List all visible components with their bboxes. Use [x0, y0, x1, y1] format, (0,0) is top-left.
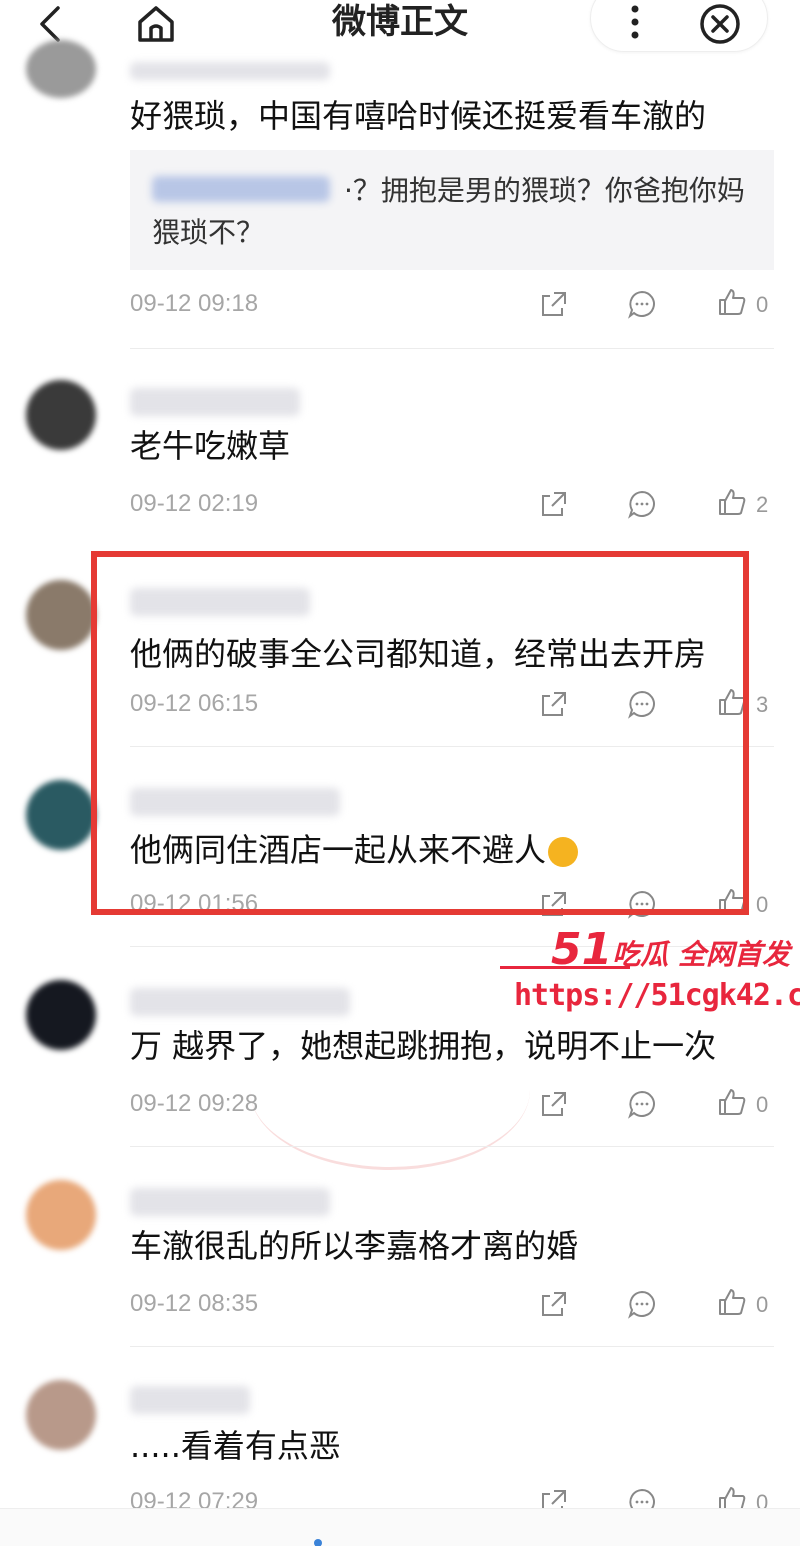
comment-item: 老牛吃嫩草 09-12 02:19 2	[0, 350, 800, 550]
thumbs-up-icon[interactable]	[716, 1086, 748, 1118]
comment-text: 好猥琐，中国有嘻哈时候还挺爱看车澈的	[130, 97, 707, 135]
quoted-text: ·？拥抱是男的猥琐？你爸抱你妈猥琐不？	[152, 174, 745, 249]
comment-item: .....看着有点恶 09-12 07:29 0	[0, 1350, 800, 1517]
avatar[interactable]	[26, 380, 96, 450]
thumbs-up-icon[interactable]	[716, 486, 748, 518]
like-count: 2	[756, 492, 769, 517]
comment-icon[interactable]	[626, 1088, 658, 1120]
comment-time: 09-12 08:35	[130, 1290, 259, 1317]
divider	[130, 348, 774, 349]
avatar[interactable]	[26, 1180, 96, 1250]
share-icon[interactable]	[538, 1288, 570, 1320]
comment-icon[interactable]	[626, 488, 658, 520]
bottom-bar	[0, 1508, 800, 1546]
comment-text: 车澈很乱的所以李嘉格才离的婚	[130, 1227, 579, 1265]
comment-time: 09-12 09:28	[130, 1090, 259, 1117]
like-count: 3	[756, 692, 769, 717]
avatar[interactable]	[26, 980, 96, 1050]
comment-time: 09-12 02:19	[130, 490, 259, 517]
comment-icon[interactable]	[626, 288, 658, 320]
comment-text: 老牛吃嫩草	[130, 427, 291, 465]
comment-time: 09-12 09:18	[130, 290, 259, 317]
comment-item: 车澈很乱的所以李嘉格才离的婚 09-12 08:35 0	[0, 1150, 800, 1347]
avatar[interactable]	[26, 780, 96, 850]
avatar[interactable]	[26, 580, 96, 650]
like-count: 0	[756, 292, 769, 317]
thumbs-up-icon[interactable]	[716, 286, 748, 318]
like-count: 0	[756, 892, 769, 917]
comment-text: 万 越界了，她想起跳拥抱，说明不止一次	[130, 1027, 717, 1065]
username-blurred[interactable]	[130, 988, 350, 1016]
divider	[130, 1146, 774, 1147]
username-blurred[interactable]	[130, 62, 330, 80]
share-icon[interactable]	[538, 1088, 570, 1120]
username-blurred[interactable]	[130, 1188, 330, 1216]
username-blurred[interactable]	[130, 388, 300, 416]
comment-icon[interactable]	[626, 1288, 658, 1320]
like-count: 0	[756, 1292, 769, 1317]
avatar[interactable]	[26, 40, 96, 98]
quoted-reply[interactable]: ·？拥抱是男的猥琐？你爸抱你妈猥琐不？	[130, 150, 774, 270]
avatar[interactable]	[26, 1380, 96, 1450]
highlight-box	[91, 551, 749, 915]
username-blurred[interactable]	[130, 1386, 250, 1414]
divider	[130, 1346, 774, 1347]
comment-item: 万 越界了，她想起跳拥抱，说明不止一次 09-12 09:28 0	[0, 950, 800, 1147]
share-icon[interactable]	[538, 288, 570, 320]
share-icon[interactable]	[538, 488, 570, 520]
comment-text: .....看着有点恶	[130, 1427, 341, 1465]
thumbs-up-icon[interactable]	[716, 1286, 748, 1318]
comment-item: 好猥琐，中国有嘻哈时候还挺爱看车澈的 ·？拥抱是男的猥琐？你爸抱你妈猥琐不？ 0…	[0, 0, 800, 350]
like-count: 0	[756, 1092, 769, 1117]
indicator-dot	[314, 1539, 322, 1546]
